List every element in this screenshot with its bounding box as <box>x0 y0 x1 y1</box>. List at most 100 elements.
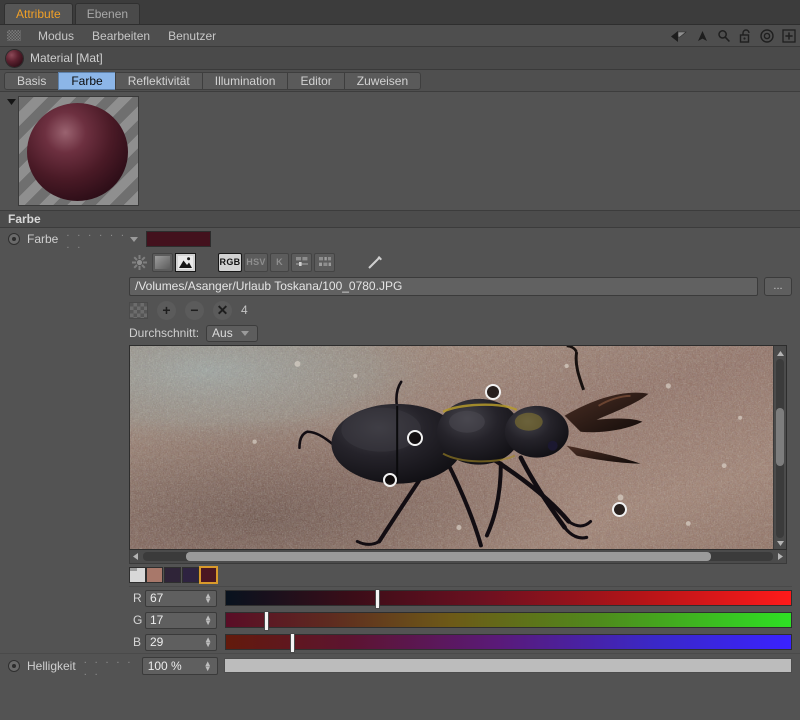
tab-reflektivitaet[interactable]: Reflektivität <box>114 71 203 90</box>
channel-slider-r[interactable] <box>225 589 792 609</box>
menu-bar: Modus Bearbeiten Benutzer <box>0 25 800 47</box>
vertical-scroll-thumb[interactable] <box>776 408 784 466</box>
texture-path-input[interactable]: /Volumes/Asanger/Urlaub Toskana/100_0780… <box>129 276 758 296</box>
back-arrow-icon[interactable] <box>670 30 688 43</box>
channel-value-b: 29 <box>150 635 164 649</box>
eyedropper-icon[interactable] <box>365 253 386 272</box>
menu-bar-icons <box>670 25 796 47</box>
folder-swatch[interactable] <box>129 567 146 583</box>
average-select-value: Aus <box>212 326 233 340</box>
channel-input-r[interactable]: 67 ▲ ▼ <box>145 589 217 607</box>
material-preview-row <box>0 92 800 210</box>
scroll-down-arrow-icon[interactable] <box>777 539 784 548</box>
scroll-right-arrow-icon[interactable] <box>778 553 783 562</box>
sample-marker-4[interactable] <box>612 502 627 517</box>
clear-samples-button[interactable]: ✕ <box>213 300 232 320</box>
swatch-2[interactable] <box>164 567 181 583</box>
add-sample-button[interactable]: + <box>157 300 176 320</box>
channel-label-g: G <box>133 613 143 627</box>
brightness-slider[interactable] <box>223 658 792 673</box>
brightness-label: Helligkeit <box>27 658 76 673</box>
tab-farbe[interactable]: Farbe <box>58 71 116 90</box>
lock-icon[interactable] <box>739 29 752 43</box>
swatch-3[interactable] <box>182 567 199 583</box>
channel-label-b: B <box>133 635 142 649</box>
add-box-icon[interactable] <box>782 29 796 43</box>
brightness-input[interactable]: 100 % ▲ ▼ <box>141 656 218 675</box>
channel-value-r: 67 <box>150 591 164 605</box>
material-preview[interactable] <box>18 96 139 206</box>
brightness-stepper[interactable]: ▲ ▼ <box>204 659 212 672</box>
menu-bearbeiten[interactable]: Bearbeiten <box>83 25 159 47</box>
rgb-button[interactable]: RGB <box>218 252 242 272</box>
checker-thumb-icon[interactable] <box>129 301 148 319</box>
section-header-farbe: Farbe <box>0 210 800 228</box>
material-title: Material [Mat] <box>30 51 103 65</box>
average-select[interactable]: Aus <box>206 324 259 342</box>
image-viewer-row <box>0 345 800 564</box>
grip-dots-icon[interactable] <box>7 30 21 41</box>
channel-input-g[interactable]: 17 ▲ ▼ <box>145 611 217 629</box>
scroll-left-arrow-icon[interactable] <box>133 553 138 562</box>
swatch-strip <box>0 564 800 586</box>
kelvin-button[interactable]: K <box>270 252 289 272</box>
sample-marker-3[interactable] <box>383 473 397 487</box>
horizontal-scroll-thumb[interactable] <box>186 552 711 561</box>
channel-input-b[interactable]: 29 ▲ ▼ <box>145 633 217 651</box>
sliders-button[interactable] <box>291 252 312 272</box>
material-header: Material [Mat] <box>0 47 800 70</box>
menu-modus[interactable]: Modus <box>29 25 83 47</box>
scroll-up-arrow-icon[interactable] <box>777 349 784 358</box>
tab-illumination[interactable]: Illumination <box>201 71 289 90</box>
target-icon[interactable] <box>760 29 774 43</box>
channel-knob-b[interactable] <box>290 633 296 653</box>
attribute-manager-window: Attribute Ebenen Modus Bearbeiten Benutz… <box>0 0 800 720</box>
swatch-4[interactable] <box>199 566 218 584</box>
channel-stepper-b[interactable]: ▲ ▼ <box>204 636 212 649</box>
tab-editor[interactable]: Editor <box>287 71 345 90</box>
tab-basis[interactable]: Basis <box>4 71 60 90</box>
sample-marker-1[interactable] <box>485 384 501 400</box>
attribute-tab-bar: Basis Farbe Reflektivität Illumination E… <box>0 70 800 92</box>
average-row: Durchschnitt: Aus <box>0 322 800 344</box>
color-wheel-icon[interactable] <box>129 253 150 272</box>
up-arrow-icon[interactable] <box>696 30 709 43</box>
tab-zuweisen[interactable]: Zuweisen <box>343 71 422 90</box>
material-sphere-icon <box>6 49 23 67</box>
average-label: Durchschnitt: <box>129 326 200 340</box>
channel-stepper-r[interactable]: ▲ ▼ <box>204 592 212 605</box>
channel-slider-b[interactable] <box>225 633 792 653</box>
channel-slider-g[interactable] <box>225 611 792 631</box>
swatches-button[interactable] <box>314 252 335 272</box>
stag-beetle-photo <box>130 346 786 549</box>
color-label: Farbe <box>27 232 59 246</box>
menu-benutzer[interactable]: Benutzer <box>159 25 225 47</box>
channel-row-r: R 67 ▲ ▼ <box>0 587 800 609</box>
preview-collapse-toggle[interactable] <box>4 96 18 210</box>
color-chevron-down-icon[interactable] <box>130 236 139 242</box>
triangle-down-icon <box>6 99 16 105</box>
image-texture-icon[interactable] <box>175 252 196 272</box>
window-tab-ebenen[interactable]: Ebenen <box>74 3 141 24</box>
remove-sample-button[interactable]: − <box>185 300 204 320</box>
hsv-button[interactable]: HSV <box>244 252 268 272</box>
swatch-1[interactable] <box>146 567 163 583</box>
sample-marker-2[interactable] <box>407 430 423 446</box>
channel-row-b: B 29 ▲ ▼ <box>0 631 800 653</box>
channel-knob-g[interactable] <box>263 611 269 631</box>
channel-knob-r[interactable] <box>374 589 380 609</box>
texture-browse-button[interactable]: ... <box>764 276 792 296</box>
window-tab-attribute[interactable]: Attribute <box>4 3 73 24</box>
viewer-vertical-scrollbar[interactable] <box>773 346 786 549</box>
texture-image-viewer[interactable] <box>129 345 787 550</box>
search-icon[interactable] <box>717 29 731 43</box>
brightness-enable-radio[interactable] <box>8 659 20 672</box>
brightness-row: Helligkeit . . . . . . . 100 % ▲ ▼ <box>0 653 800 678</box>
viewer-horizontal-scrollbar[interactable] <box>129 550 787 564</box>
channel-stepper-g[interactable]: ▲ ▼ <box>204 614 212 627</box>
sample-toolbar: + − ✕ 4 <box>0 298 800 322</box>
farbe-content: Farbe . . . . . . . . RGB HSV K /Volumes… <box>0 227 800 653</box>
color-swatch-field[interactable] <box>146 231 212 247</box>
color-enable-radio[interactable] <box>8 233 20 245</box>
gradient-square-icon[interactable] <box>152 252 173 272</box>
